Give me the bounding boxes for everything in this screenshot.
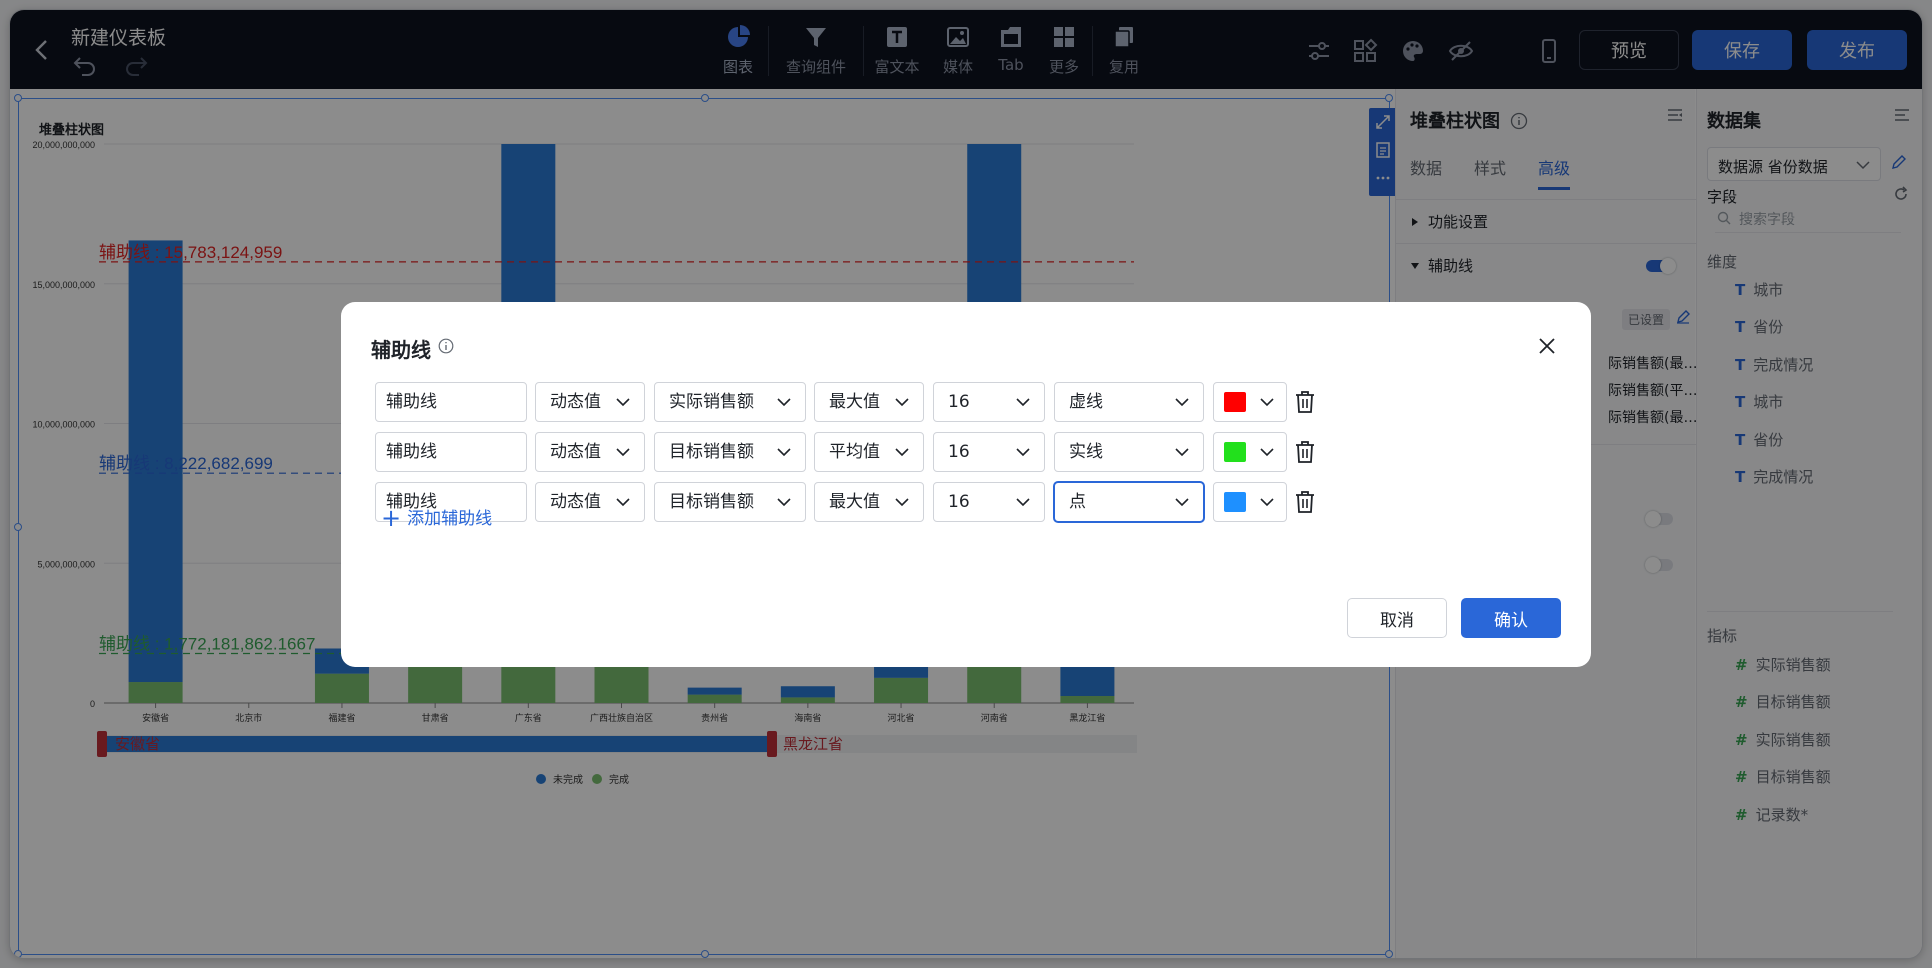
- add-reference-line-button[interactable]: + 添加辅助线: [381, 502, 493, 532]
- chevron-down-icon: [1260, 398, 1274, 407]
- chevron-down-icon: [616, 448, 630, 457]
- select-value: 动态值: [550, 492, 601, 512]
- chevron-down-icon: [1260, 448, 1274, 457]
- chevron-down-icon: [616, 498, 630, 507]
- chevron-down-icon: [1260, 498, 1274, 507]
- select-value: 最大值: [829, 492, 880, 512]
- chevron-down-icon: [777, 498, 791, 507]
- select-value: 16: [948, 392, 970, 412]
- trash-icon[interactable]: [1294, 390, 1316, 414]
- field-select[interactable]: 目标销售额: [654, 432, 806, 472]
- chevron-down-icon: [895, 398, 909, 407]
- value-type-select[interactable]: 动态值: [535, 482, 645, 522]
- select-value: 虚线: [1069, 392, 1103, 412]
- chevron-down-icon: [777, 448, 791, 457]
- select-value: 平均值: [829, 442, 880, 462]
- color-swatch: [1224, 442, 1246, 462]
- value-type-select[interactable]: 动态值: [535, 382, 645, 422]
- add-label: 添加辅助线: [407, 509, 493, 529]
- trash-icon[interactable]: [1294, 440, 1316, 464]
- color-picker[interactable]: [1213, 382, 1287, 422]
- font-size-select[interactable]: 16: [933, 482, 1045, 522]
- select-value: 实线: [1069, 442, 1103, 462]
- trash-icon[interactable]: [1294, 490, 1316, 514]
- aggregation-select[interactable]: 最大值: [814, 482, 924, 522]
- line-style-select[interactable]: 实线: [1054, 432, 1204, 472]
- font-size-select[interactable]: 16: [933, 382, 1045, 422]
- select-value: 动态值: [550, 392, 601, 412]
- select-value: 目标销售额: [669, 492, 754, 512]
- chevron-down-icon: [1175, 498, 1189, 507]
- chevron-down-icon: [895, 448, 909, 457]
- select-value: 动态值: [550, 442, 601, 462]
- color-swatch: [1224, 492, 1246, 512]
- chevron-down-icon: [1016, 398, 1030, 407]
- aggregation-select[interactable]: 平均值: [814, 432, 924, 472]
- select-value: 点: [1069, 492, 1086, 512]
- close-icon[interactable]: [1537, 336, 1557, 356]
- field-select[interactable]: 实际销售额: [654, 382, 806, 422]
- cancel-button[interactable]: 取消: [1347, 598, 1447, 638]
- field-select[interactable]: 目标销售额: [654, 482, 806, 522]
- select-value: 16: [948, 492, 970, 512]
- chevron-down-icon: [1175, 398, 1189, 407]
- color-picker[interactable]: [1213, 432, 1287, 472]
- reference-line-dialog: 辅助线 辅助线 动态值 实际销售额 最大值 16 虚线 辅助线 动态值 目标销售…: [341, 302, 1591, 667]
- plus-icon: +: [381, 504, 402, 532]
- line-name-input[interactable]: 辅助线: [375, 432, 527, 472]
- font-size-select[interactable]: 16: [933, 432, 1045, 472]
- dialog-title: 辅助线: [371, 338, 431, 362]
- chevron-down-icon: [1016, 498, 1030, 507]
- aggregation-select[interactable]: 最大值: [814, 382, 924, 422]
- chevron-down-icon: [616, 398, 630, 407]
- color-swatch: [1224, 392, 1246, 412]
- info-icon[interactable]: [438, 338, 454, 354]
- line-name-input[interactable]: 辅助线: [375, 382, 527, 422]
- chevron-down-icon: [895, 498, 909, 507]
- confirm-button[interactable]: 确认: [1461, 598, 1561, 638]
- chevron-down-icon: [1016, 448, 1030, 457]
- select-value: 最大值: [829, 392, 880, 412]
- select-value: 16: [948, 442, 970, 462]
- chevron-down-icon: [777, 398, 791, 407]
- color-picker[interactable]: [1213, 482, 1287, 522]
- select-value: 实际销售额: [669, 392, 754, 412]
- chevron-down-icon: [1175, 448, 1189, 457]
- line-style-select[interactable]: 点: [1054, 482, 1204, 522]
- line-style-select[interactable]: 虚线: [1054, 382, 1204, 422]
- select-value: 目标销售额: [669, 442, 754, 462]
- value-type-select[interactable]: 动态值: [535, 432, 645, 472]
